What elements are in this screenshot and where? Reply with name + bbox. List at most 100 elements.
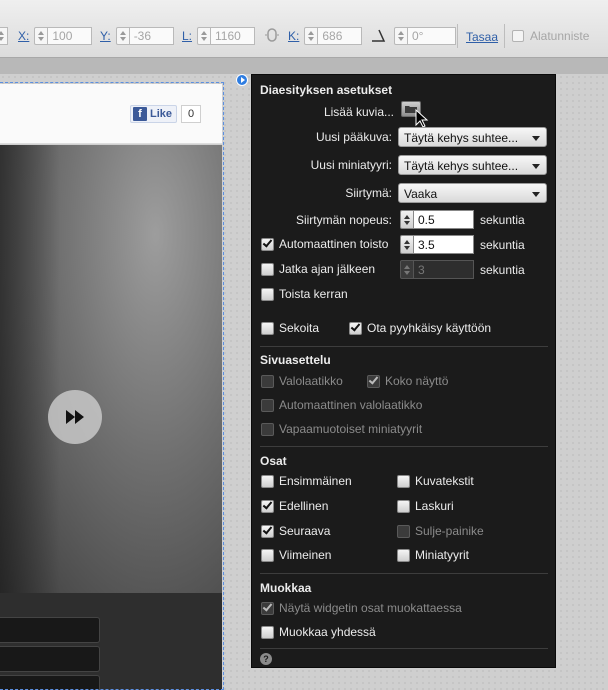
last-checkbox[interactable]: Viimeinen <box>261 548 331 562</box>
edit-together-checkbox[interactable]: Muokkaa yhdessä <box>261 625 376 639</box>
autoplay-input[interactable]: 3.5 <box>414 235 474 254</box>
transition-speed-stepper[interactable]: 0.5 <box>400 210 474 229</box>
widget-options-handle[interactable] <box>236 74 248 86</box>
baseline-label: Alatunniste <box>530 29 590 43</box>
toolbar-divider <box>457 24 458 48</box>
last-label: Viimeinen <box>279 548 332 562</box>
transition-speed-input[interactable]: 0.5 <box>414 210 474 229</box>
y-position-field: Y: -36 <box>100 26 174 46</box>
seconds-label: sekuntia <box>480 238 525 252</box>
chevron-down-icon <box>532 164 540 169</box>
thumbnails-checkbox[interactable]: Miniatyyrit <box>397 548 469 562</box>
height-label[interactable]: K: <box>288 29 299 43</box>
thumbnail-select[interactable]: Täytä kehys suhtee... <box>398 155 547 175</box>
next-checkbox[interactable]: Seuraava <box>261 523 331 538</box>
angle-stepper[interactable] <box>394 27 408 45</box>
swipe-checkbox[interactable]: Ota pyyhkäisy käyttöön <box>349 320 491 335</box>
play-once-checkbox[interactable]: Toista kerran <box>261 287 348 301</box>
freeform-thumbs-checkbox-box[interactable] <box>261 422 274 436</box>
mouse-cursor-icon <box>415 109 429 128</box>
autoplay-checkbox-box[interactable] <box>261 236 274 251</box>
main-image-label: Uusi pääkuva: <box>315 130 392 144</box>
stepper-arrows[interactable] <box>400 260 414 279</box>
close-button-checkbox-box[interactable] <box>397 524 410 538</box>
lightbox-checkbox-box[interactable] <box>261 374 274 388</box>
help-icon[interactable]: ? <box>260 653 272 665</box>
section-divider <box>260 648 548 649</box>
captions-checkbox-box[interactable] <box>397 474 410 488</box>
align-link[interactable]: Tasaa <box>466 30 498 44</box>
transition-select[interactable]: Vaaka <box>398 183 547 203</box>
captions-checkbox[interactable]: Kuvatekstit <box>397 474 474 488</box>
x-label[interactable]: X: <box>18 29 29 43</box>
next-label: Seuraava <box>279 524 331 538</box>
top-toolbar: X: 100 Y: -36 L: 1160 K: 686 0° Tasaa Al… <box>0 0 608 58</box>
first-checkbox[interactable]: Ensimmäinen <box>261 474 352 488</box>
auto-lightbox-checkbox-box[interactable] <box>261 398 274 412</box>
stepper-arrows[interactable] <box>400 210 414 229</box>
first-checkbox-box[interactable] <box>261 474 274 488</box>
section-divider <box>260 573 548 574</box>
next-checkbox-box[interactable] <box>261 523 274 538</box>
angle-input[interactable]: 0° <box>408 27 456 45</box>
continue-after-checkbox[interactable]: Jatka ajan jälkeen <box>261 262 375 276</box>
lightbox-label: Valolaatikko <box>279 374 343 388</box>
main-image-select[interactable]: Täytä kehys suhtee... <box>398 127 547 147</box>
transition-speed-label: Siirtymän nopeus: <box>295 213 392 227</box>
play-once-checkbox-box[interactable] <box>261 287 274 301</box>
fullscreen-label: Koko näyttö <box>385 374 449 388</box>
transition-label: Siirtymä: <box>345 186 392 200</box>
lightbox-checkbox[interactable]: Valolaatikko <box>261 374 343 388</box>
freeform-thumbs-checkbox[interactable]: Vapaamuotoiset miniatyyrit <box>261 422 422 436</box>
show-parts-checkbox-box[interactable] <box>261 600 274 615</box>
edit-together-checkbox-box[interactable] <box>261 625 274 639</box>
width-label[interactable]: L: <box>182 29 192 43</box>
chevron-down-icon <box>532 192 540 197</box>
x-stepper[interactable] <box>34 27 49 45</box>
continue-after-stepper[interactable]: 3 <box>400 260 474 279</box>
y-input[interactable]: -36 <box>129 27 174 45</box>
baseline-checkbox-box[interactable] <box>512 30 524 42</box>
counter-checkbox-box[interactable] <box>397 499 410 513</box>
previous-checkbox-box[interactable] <box>261 498 274 513</box>
main-image-select-value: Täytä kehys suhtee... <box>404 131 519 145</box>
autoplay-checkbox[interactable]: Automaattinen toisto <box>261 236 388 251</box>
y-label[interactable]: Y: <box>100 29 111 43</box>
height-stepper[interactable] <box>304 27 319 45</box>
stepper-arrows[interactable] <box>0 27 8 45</box>
y-stepper[interactable] <box>115 27 130 45</box>
width-stepper[interactable] <box>197 27 212 45</box>
fullscreen-checkbox-box[interactable] <box>367 373 380 388</box>
continue-after-checkbox-box[interactable] <box>261 262 274 276</box>
last-checkbox-box[interactable] <box>261 548 274 562</box>
x-input[interactable]: 100 <box>48 27 93 45</box>
close-button-checkbox[interactable]: Sulje-painike <box>397 524 484 538</box>
edit-together-label: Muokkaa yhdessä <box>279 625 376 639</box>
link-proportions-icon[interactable] <box>264 27 280 43</box>
parts-section-title: Osat <box>260 454 287 468</box>
add-images-label: Lisää kuvia... <box>323 105 394 119</box>
fullscreen-checkbox[interactable]: Koko näyttö <box>367 373 449 388</box>
layout-section-title: Sivuasettelu <box>260 353 331 367</box>
baseline-checkbox[interactable]: Alatunniste <box>512 29 589 43</box>
chevron-down-icon <box>532 136 540 141</box>
swipe-checkbox-box[interactable] <box>349 320 362 335</box>
auto-lightbox-label: Automaattinen valolaatikko <box>279 398 423 412</box>
shuffle-checkbox-box[interactable] <box>261 321 274 335</box>
previous-checkbox[interactable]: Edellinen <box>261 498 328 513</box>
continue-after-input[interactable]: 3 <box>414 260 474 279</box>
transition-select-value: Vaaka <box>404 187 438 201</box>
width-input[interactable]: 1160 <box>211 27 256 45</box>
auto-lightbox-checkbox[interactable]: Automaattinen valolaatikko <box>261 398 422 412</box>
panel-title: Diaesityksen asetukset <box>260 83 393 97</box>
show-parts-checkbox[interactable]: Näytä widgetin osat muokattaessa <box>261 600 462 615</box>
show-parts-label: Näytä widgetin osat muokattaessa <box>279 601 462 615</box>
stepper-arrows[interactable] <box>400 235 414 254</box>
prev-field-stepper[interactable] <box>0 26 8 46</box>
thumbnails-checkbox-box[interactable] <box>397 548 410 562</box>
autoplay-stepper[interactable]: 3.5 <box>400 235 474 254</box>
shuffle-checkbox[interactable]: Sekoita <box>261 321 319 335</box>
counter-checkbox[interactable]: Laskuri <box>397 499 454 513</box>
rotation-angle-icon <box>372 29 386 42</box>
height-input[interactable]: 686 <box>318 27 363 45</box>
